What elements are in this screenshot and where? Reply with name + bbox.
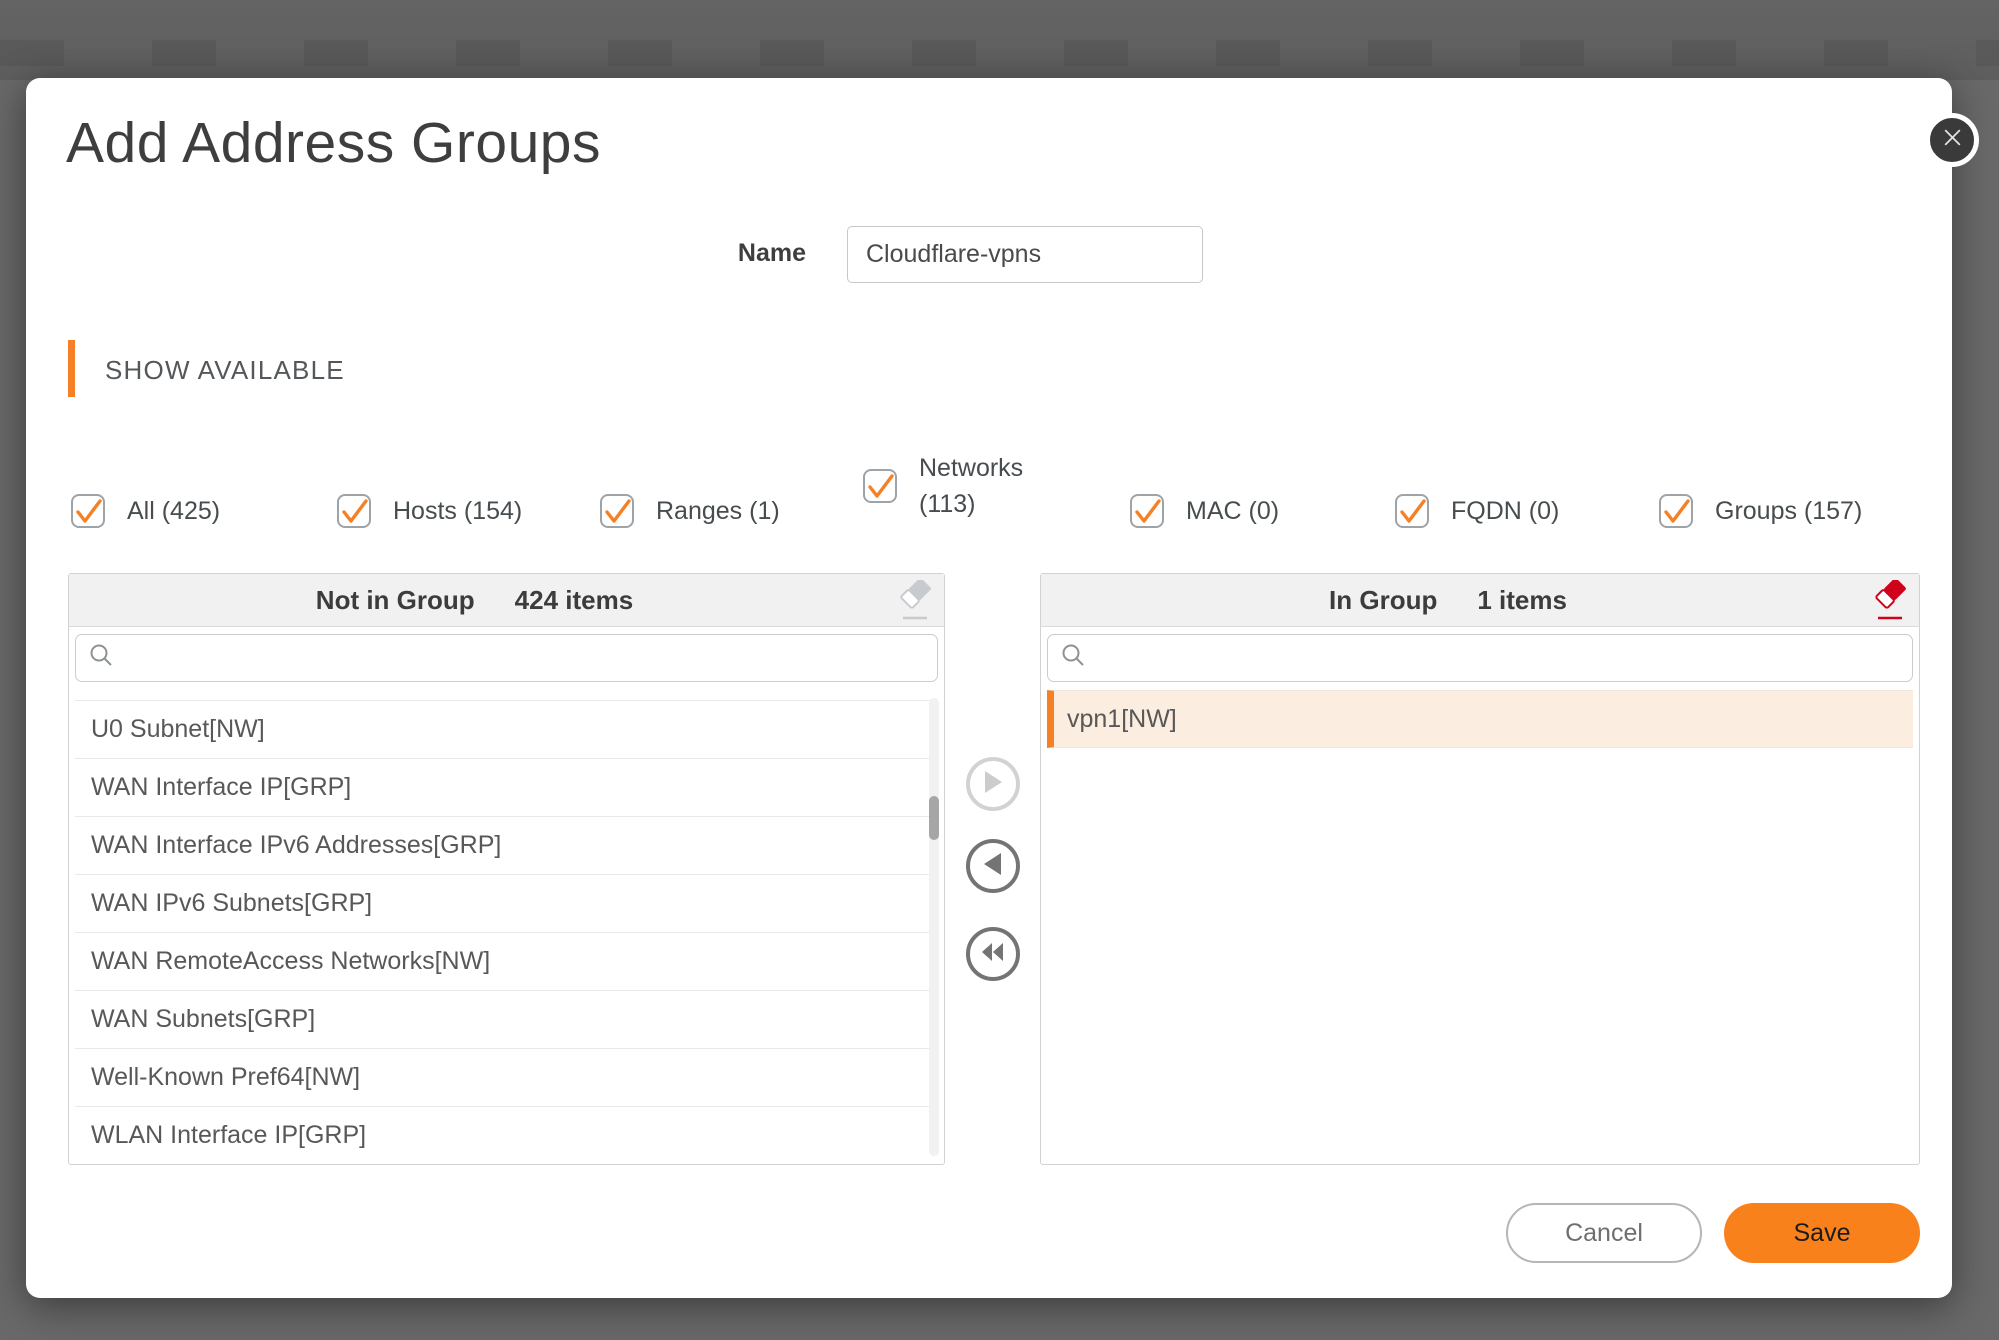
filter-label: Ranges (1) (656, 493, 780, 529)
section-indicator-bar (68, 340, 75, 397)
panel-count: 424 items (515, 585, 634, 616)
not-in-group-panel: Not in Group 424 items (68, 573, 945, 1165)
search-input[interactable] (1095, 634, 1912, 682)
filter-all[interactable]: All (425) (71, 493, 220, 529)
move-left-button[interactable] (966, 839, 1020, 893)
overlay-background-blobs (0, 40, 1999, 66)
add-address-groups-dialog: Add Address Groups Name SHOW AVAILABLE A… (26, 78, 1952, 1298)
search-icon (76, 642, 123, 674)
section-title: SHOW AVAILABLE (105, 355, 345, 386)
list-item[interactable]: WAN RemoteAccess Networks[NW] (75, 933, 938, 991)
move-all-left-button[interactable] (966, 927, 1020, 981)
panel-title: In Group (1329, 585, 1437, 616)
checkbox-checked-icon[interactable] (600, 494, 634, 528)
page-title: Add Address Groups (66, 110, 601, 176)
move-right-button[interactable] (966, 757, 1020, 811)
eraser-icon (896, 610, 932, 625)
in-group-header: In Group 1 items (1041, 574, 1919, 627)
in-group-panel: In Group 1 items (1040, 573, 1920, 1165)
eraser-icon-red (1871, 610, 1907, 625)
clear-group-button[interactable] (1871, 580, 1907, 622)
filter-groups[interactable]: Groups (157) (1659, 493, 1862, 529)
arrow-right-icon (981, 770, 1005, 799)
filter-label: Hosts (154) (393, 493, 522, 529)
filter-fqdn[interactable]: FQDN (0) (1395, 493, 1559, 529)
list-item[interactable]: WAN Interface IPv6 Addresses[GRP] (75, 817, 938, 875)
filter-label: FQDN (0) (1451, 493, 1559, 529)
scrollbar-track[interactable] (929, 698, 939, 1156)
screen: Add Address Groups Name SHOW AVAILABLE A… (0, 0, 1999, 1340)
name-input[interactable] (847, 226, 1203, 283)
list-item[interactable]: U0 Subnet[NW] (75, 701, 938, 759)
filter-ranges[interactable]: Ranges (1) (600, 493, 780, 529)
panel-title: Not in Group (316, 585, 475, 616)
not-in-group-search (75, 634, 938, 682)
checkbox-checked-icon[interactable] (863, 469, 897, 503)
filter-mac[interactable]: MAC (0) (1130, 493, 1279, 529)
close-button[interactable] (1925, 113, 1979, 167)
list-item[interactable]: WAN IPv6 Subnets[GRP] (75, 875, 938, 933)
filter-label: Groups (157) (1715, 493, 1862, 529)
checkbox-checked-icon[interactable] (337, 494, 371, 528)
scrollbar-thumb[interactable] (929, 796, 939, 840)
in-group-list: vpn1[NW] (1047, 684, 1913, 1161)
cancel-button[interactable]: Cancel (1506, 1203, 1702, 1263)
filter-networks[interactable]: Networks (113) (863, 450, 1045, 522)
close-icon (1941, 126, 1964, 154)
list-item[interactable]: WAN Interface IP[GRP] (75, 759, 938, 817)
double-arrow-left-icon (980, 940, 1006, 969)
in-group-search (1047, 634, 1913, 682)
filter-hosts[interactable]: Hosts (154) (337, 493, 522, 529)
checkbox-checked-icon[interactable] (1659, 494, 1693, 528)
panel-count: 1 items (1477, 585, 1567, 616)
search-icon (1048, 642, 1095, 674)
list-item[interactable]: WLAN Interface IP[GRP] (75, 1107, 938, 1161)
not-in-group-header: Not in Group 424 items (69, 574, 944, 627)
checkbox-checked-icon[interactable] (1130, 494, 1164, 528)
list-item[interactable]: Well-Known Pref64[NW] (75, 1049, 938, 1107)
filter-label: MAC (0) (1186, 493, 1279, 529)
filter-label: All (425) (127, 493, 220, 529)
clear-selection-button[interactable] (896, 580, 932, 622)
list-item[interactable]: WAN Subnets[GRP] (75, 991, 938, 1049)
arrow-left-icon (981, 852, 1005, 881)
list-item-selected[interactable]: vpn1[NW] (1047, 690, 1913, 748)
search-input[interactable] (123, 634, 937, 682)
save-button[interactable]: Save (1724, 1203, 1920, 1263)
checkbox-checked-icon[interactable] (1395, 494, 1429, 528)
checkbox-checked-icon[interactable] (71, 494, 105, 528)
filter-label: Networks (113) (919, 450, 1045, 522)
not-in-group-list: U0 Subnet[NW] WAN Interface IP[GRP] WAN … (75, 684, 938, 1161)
name-label: Name (626, 239, 806, 268)
scrolled-row-sliver (75, 684, 938, 701)
